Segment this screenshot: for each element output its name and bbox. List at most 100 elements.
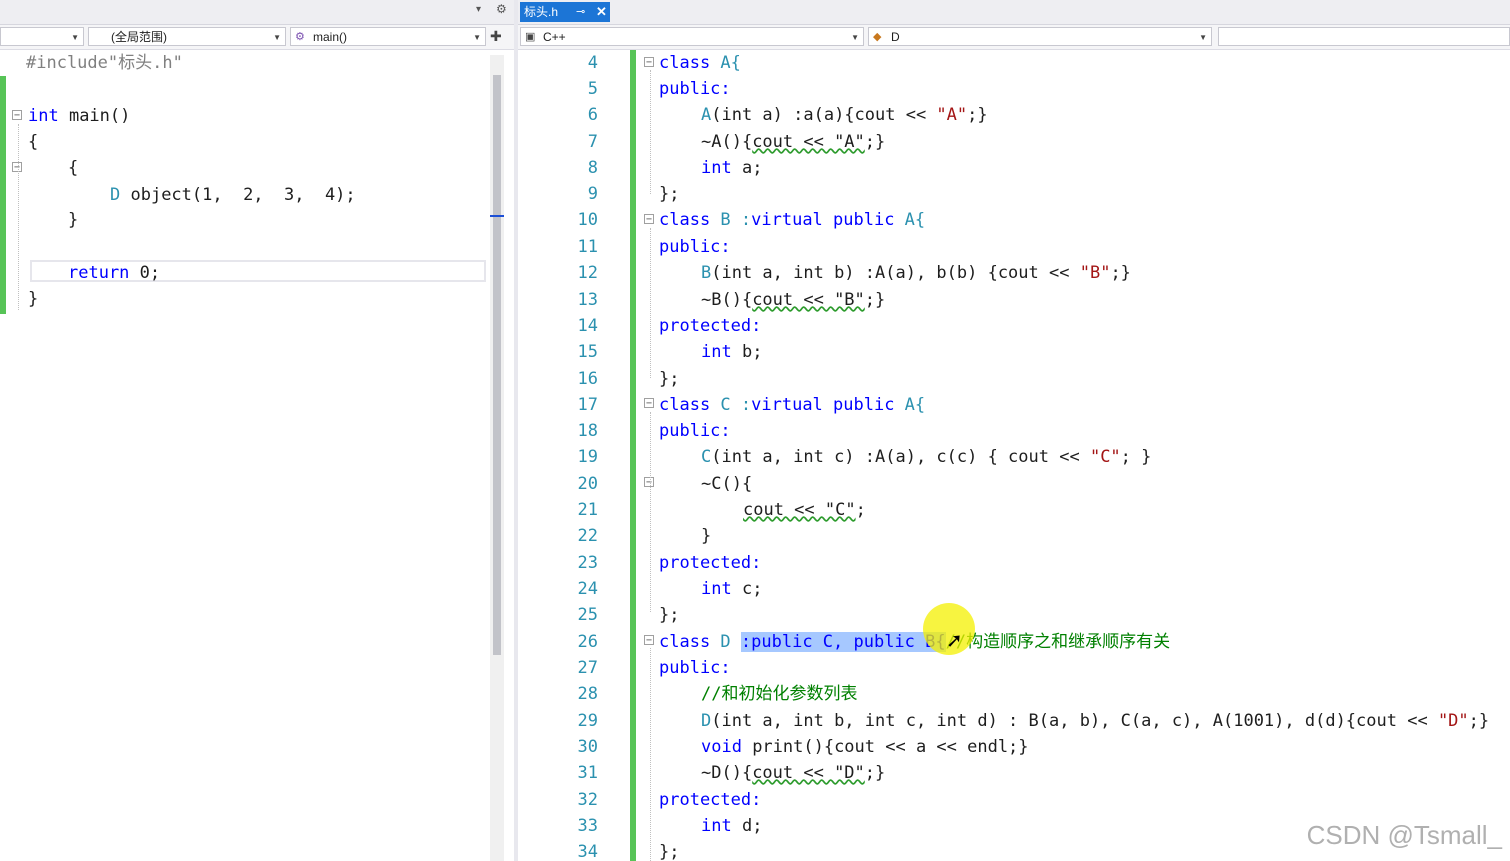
scroll-position-marker: [490, 215, 504, 217]
code-token: }: [68, 210, 79, 230]
fold-toggle-icon[interactable]: −: [644, 398, 654, 409]
fold-toggle-icon[interactable]: −: [644, 635, 654, 646]
code-token: "C": [1089, 447, 1121, 467]
fold-toggle-icon[interactable]: −: [644, 214, 654, 225]
code-line-10: class B :virtual public A{: [659, 208, 925, 232]
symbol-combo[interactable]: ◆ D ▼: [868, 27, 1212, 46]
code-token: (int a, int c) :A(a), c(c) { cout <<: [711, 447, 1090, 467]
code-token: B: [701, 263, 712, 283]
line-number: 15: [577, 342, 598, 362]
code-token: C :: [710, 395, 752, 415]
code-line-28: //和初始化参数列表: [701, 682, 857, 706]
fold-toggle-icon[interactable]: −: [644, 57, 654, 68]
code-token: D: [710, 632, 741, 652]
code-token: int: [701, 158, 732, 178]
line-number: 5: [587, 79, 598, 99]
left-vertical-scrollbar[interactable]: [490, 55, 504, 861]
selected-text: :public C, public B{: [740, 632, 946, 652]
code-line-29: D(int a, int b, int c, int d) : B(a, b),…: [701, 709, 1489, 733]
line-number: 8: [587, 158, 598, 178]
line-number: 31: [577, 763, 598, 783]
code-line-16: };: [659, 367, 679, 391]
code-token: int: [701, 579, 732, 599]
code-token: a;: [731, 158, 763, 178]
member-combo[interactable]: [1218, 27, 1510, 46]
right-code-editor[interactable]: 4 5 6 7 8 9 10 11 12 13 14 15 16 17 18 19 20 21 22 23 24 25 26…: [518, 50, 1510, 861]
line-number: 30: [577, 737, 598, 757]
code-token: class: [659, 632, 711, 652]
scope-combo[interactable]: (全局范围) ▼: [88, 27, 286, 46]
tab-header-file[interactable]: 标头.h ⊸ ✕: [520, 2, 610, 22]
tab-list-dropdown-icon[interactable]: ▾: [476, 4, 481, 15]
code-token: int: [701, 816, 732, 836]
pin-icon[interactable]: ⊸: [576, 2, 585, 22]
fold-toggle-icon[interactable]: −: [12, 110, 22, 121]
fold-toggle-icon[interactable]: −: [12, 162, 22, 173]
code-token: "D": [1437, 711, 1469, 731]
code-line-32: protected:: [659, 788, 761, 812]
fold-guide: [650, 648, 651, 861]
line-number: 22: [577, 526, 598, 546]
code-line-6: {: [68, 156, 78, 180]
code-token: print(){cout << a << endl;}: [741, 737, 1029, 757]
code-token: virtual public: [751, 210, 895, 230]
fold-guide: [650, 412, 651, 612]
line-number: 13: [577, 290, 598, 310]
code-token: public:: [659, 79, 731, 99]
fold-guide: [650, 228, 651, 378]
code-token: ;: [855, 500, 866, 520]
code-token: d;: [731, 816, 763, 836]
line-number: 24: [577, 579, 598, 599]
code-token: 0;: [129, 263, 161, 283]
code-line-30: void print(){cout << a << endl;}: [701, 735, 1029, 759]
code-line-4: class A{: [659, 51, 741, 75]
line-number: 9: [587, 184, 598, 204]
settings-gear-icon[interactable]: ⚙: [496, 2, 507, 16]
code-token: ;}: [967, 105, 988, 125]
line-number: 27: [577, 658, 598, 678]
left-code-editor[interactable]: − − #include"标头.h" int main() { { D obje…: [0, 50, 514, 861]
code-line-21: cout << "C";: [743, 498, 866, 522]
code-line-13: ~B(){cout << "B";}: [701, 288, 885, 312]
code-token: c;: [731, 579, 763, 599]
split-icon[interactable]: ✚: [490, 28, 502, 45]
code-line-12: B(int a, int b) :A(a), b(b) {cout << "B"…: [701, 261, 1131, 285]
code-token: }: [701, 526, 712, 546]
line-number: 33: [577, 816, 598, 836]
code-token: };: [659, 184, 680, 204]
code-token: class: [659, 395, 711, 415]
line-number: 6: [587, 105, 598, 125]
close-icon[interactable]: ✕: [596, 2, 607, 22]
project-combo[interactable]: ▼: [0, 27, 84, 46]
code-token: protected:: [659, 316, 762, 336]
line-number: 28: [577, 684, 598, 704]
fold-guide: [650, 70, 651, 194]
project-icon: ▣: [525, 31, 536, 43]
line-number: 34: [577, 842, 598, 861]
function-combo[interactable]: ⚙ main() ▼: [290, 27, 486, 46]
code-token: }: [28, 289, 39, 309]
code-line-10: return 0;: [68, 261, 160, 285]
code-token: };: [659, 605, 680, 625]
scroll-thumb[interactable]: [493, 75, 501, 655]
code-token: public:: [659, 237, 731, 257]
code-line-7: ~A(){cout << "A";}: [701, 130, 885, 154]
tab-label: 标头.h: [524, 5, 559, 19]
code-token: return: [68, 263, 130, 283]
mouse-pointer-icon: ➚: [946, 630, 963, 652]
code-token: public:: [659, 421, 731, 441]
code-line-20: ~C(){: [701, 472, 752, 496]
fold-toggle-icon[interactable]: −: [644, 477, 654, 488]
code-token: cout << "B": [752, 290, 865, 310]
code-token: cout << "D": [752, 763, 865, 783]
code-token: "A": [936, 105, 968, 125]
code-line-9: };: [659, 182, 679, 206]
code-token: A{: [710, 53, 741, 73]
code-token: ~A(){: [701, 132, 753, 152]
language-combo[interactable]: ▣ C++ ▼: [520, 27, 864, 46]
code-token: //和初始化参数列表: [701, 684, 858, 704]
code-token: ~C(){: [701, 474, 753, 494]
right-editor-pane: 标头.h ⊸ ✕ ▣ C++ ▼ ◆ D ▼ 4 5 6 7 8 9 10 11 12 13 14 15 1…: [518, 0, 1510, 861]
change-marker: [0, 76, 6, 314]
right-tab-strip: 标头.h ⊸ ✕: [518, 0, 1510, 25]
